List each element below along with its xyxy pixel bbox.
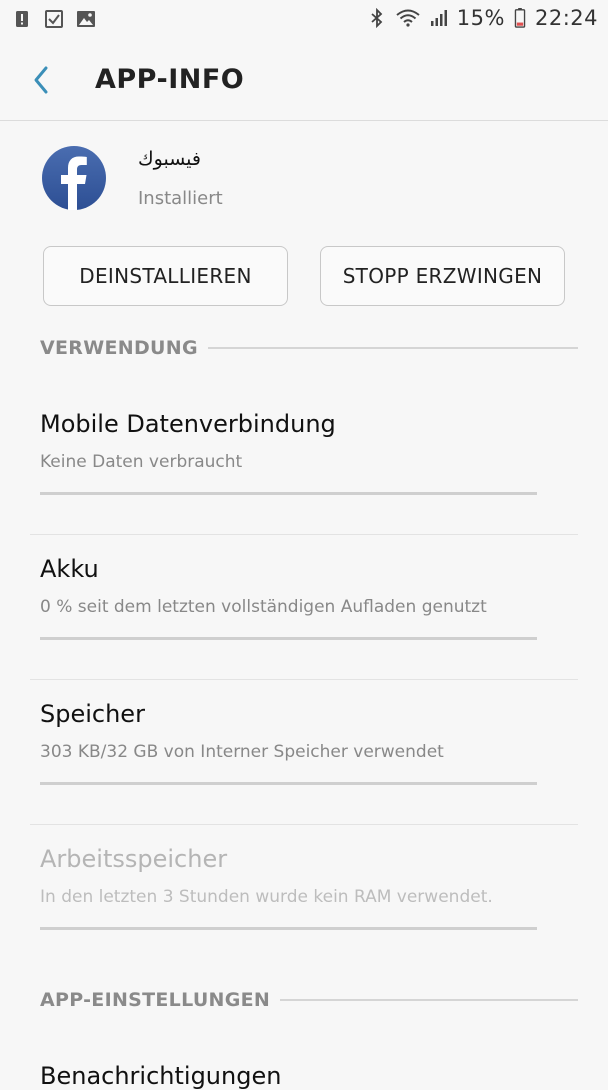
section-title-usage: VERWENDUNG (40, 337, 198, 359)
usage-bar (40, 782, 537, 785)
alert-icon (16, 11, 28, 27)
page-title: APP-INFO (95, 64, 245, 95)
battery-percent: 15% (456, 6, 505, 30)
signal-icon (430, 10, 447, 26)
item-subtitle: In den letzten 3 Stunden wurde kein RAM … (40, 887, 493, 907)
wifi-icon (396, 9, 420, 27)
section-divider (280, 999, 578, 1001)
section-header-usage: VERWENDUNG (40, 333, 578, 363)
chevron-left-icon (34, 66, 48, 94)
clock: 22:24 (534, 6, 598, 30)
section-header-app-settings: APP-EINSTELLUNGEN (40, 985, 578, 1015)
item-title: Arbeitsspeicher (40, 845, 228, 873)
item-title: Speicher (40, 700, 145, 728)
battery-icon (514, 8, 526, 28)
facebook-app-icon (42, 146, 106, 210)
checkbox-icon (45, 10, 63, 28)
section-title-app-settings: APP-EINSTELLUNGEN (40, 989, 271, 1011)
uninstall-button[interactable]: DEINSTALLIEREN (43, 246, 288, 306)
settings-item-notifications[interactable]: Benachrichtigungen (40, 1062, 281, 1090)
item-subtitle: Keine Daten verbraucht (40, 452, 243, 472)
back-button[interactable] (28, 58, 68, 102)
usage-item-storage[interactable]: Speicher 303 KB/32 GB von Interner Speic… (0, 680, 608, 825)
usage-bar (40, 492, 537, 495)
bluetooth-icon (371, 8, 383, 28)
usage-bar (40, 927, 537, 930)
item-title: Akku (40, 555, 99, 583)
section-divider (207, 347, 578, 349)
image-icon (77, 11, 95, 27)
usage-item-memory: Arbeitsspeicher In den letzten 3 Stunden… (0, 825, 608, 970)
usage-item-battery[interactable]: Akku 0 % seit dem letzten vollständigen … (0, 535, 608, 680)
usage-item-mobile-data[interactable]: Mobile Datenverbindung Keine Daten verbr… (0, 390, 608, 535)
app-bar: APP-INFO (0, 40, 608, 121)
usage-bar (40, 637, 537, 640)
item-subtitle: 0 % seit dem letzten vollständigen Aufla… (40, 597, 487, 617)
item-title: Mobile Datenverbindung (40, 410, 336, 438)
item-subtitle: 303 KB/32 GB von Interner Speicher verwe… (40, 742, 444, 762)
app-install-status: Installiert (138, 188, 223, 209)
facebook-f-icon (61, 156, 87, 210)
force-stop-button[interactable]: STOPP ERZWINGEN (320, 246, 565, 306)
status-bar: 15% 22:24 (0, 0, 608, 40)
app-name: فيسبوك (138, 148, 201, 170)
